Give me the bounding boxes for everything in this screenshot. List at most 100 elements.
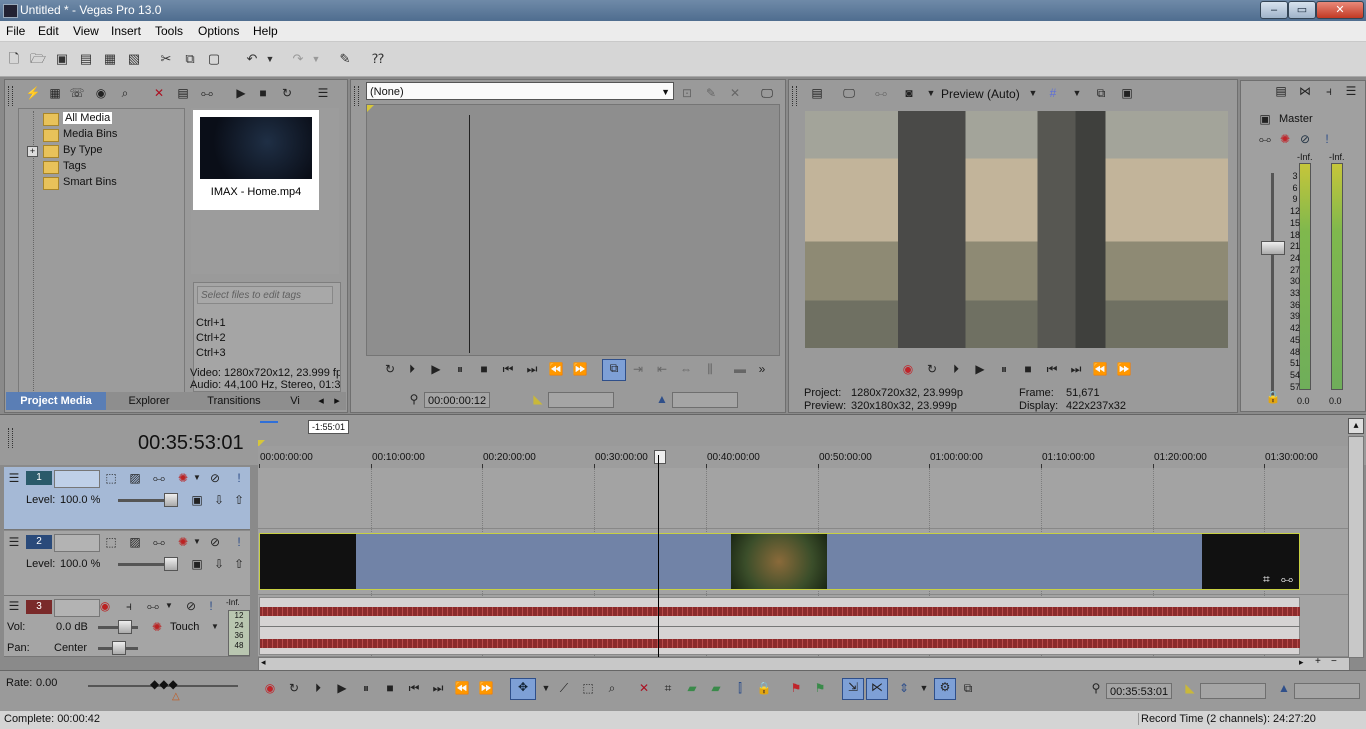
arm-for-record-icon[interactable]: ◉	[98, 599, 112, 613]
loop-region-bar[interactable]	[260, 421, 278, 423]
compositing-mode-icon[interactable]: ⧟	[152, 471, 166, 485]
master-fx-icon[interactable]: ⧟	[1257, 131, 1273, 147]
preview-quality-label[interactable]: Preview (Auto)	[941, 87, 1020, 101]
copy-icon[interactable]: ⧉	[182, 51, 198, 67]
master-fx-chain-icon[interactable]: ✺	[1277, 131, 1293, 147]
play-icon[interactable]: ▶	[428, 361, 444, 377]
play-icon[interactable]: ▶	[334, 680, 350, 696]
insert-marker-icon[interactable]: ⚑	[788, 680, 804, 696]
make-compositing-parent-icon[interactable]: ⇧	[232, 493, 246, 507]
stop-icon[interactable]: ■	[476, 361, 492, 377]
track-name-field[interactable]	[54, 599, 100, 617]
timeline-cursor[interactable]	[658, 455, 659, 657]
menu-file[interactable]: File	[6, 24, 25, 38]
video-preview-frame[interactable]	[805, 111, 1228, 348]
vertical-scrollbar[interactable]	[1348, 436, 1364, 658]
selection-length-marker[interactable]: -1:55:01	[308, 420, 350, 434]
master-solo-icon[interactable]: !	[1319, 131, 1335, 147]
track-motion-icon[interactable]: ⬚	[104, 471, 118, 485]
timeline-ruler[interactable]: 00:00:00:00 00:10:00:00 00:20:00:00 00:3…	[258, 446, 1348, 472]
media-fx-icon[interactable]: ⧟	[199, 85, 215, 101]
next-frame-icon[interactable]: ⏩	[478, 680, 494, 696]
playhead-handle[interactable]	[654, 450, 666, 464]
trimmer-monitor-icon[interactable]: 🖵	[759, 85, 775, 101]
make-compositing-parent-icon[interactable]: ⇧	[232, 557, 246, 571]
volume-slider-knob[interactable]	[118, 620, 132, 634]
move-down-icon[interactable]: ⇩	[212, 557, 226, 571]
go-to-start-icon[interactable]: ⏮	[500, 361, 516, 377]
tree-item-by-type[interactable]: By Type	[63, 144, 103, 156]
menu-view[interactable]: View	[73, 24, 99, 38]
solo-icon[interactable]: !	[232, 471, 246, 485]
close-button[interactable]: ✕	[1316, 1, 1364, 19]
selection-tool-icon[interactable]: ⬚	[580, 680, 596, 696]
compositing-mode-icon[interactable]: ⧟	[152, 535, 166, 549]
chevron-down-icon[interactable]: ▼	[190, 471, 204, 485]
tab-video-fx[interactable]: Vi	[280, 392, 310, 410]
level-slider-knob[interactable]	[164, 557, 178, 571]
pause-icon[interactable]: ⏸	[358, 680, 374, 696]
previous-frame-icon[interactable]: ⏪	[548, 361, 564, 377]
track-fx-chain-icon[interactable]: ✺	[176, 535, 190, 549]
trimmer-in-box[interactable]	[548, 392, 614, 408]
redo-icon[interactable]: ↷	[290, 51, 306, 67]
tab-transitions[interactable]: Transitions	[192, 392, 276, 410]
trim-icon[interactable]: ⌗	[660, 680, 676, 696]
loop-icon[interactable]: ↻	[382, 361, 398, 377]
loop-icon[interactable]: ↻	[286, 680, 302, 696]
track-header-2[interactable]: ☰ 2 ⬚ ▨ ⧟ ✺ ▼ ⊘ ! Level: 100.0 % ▣ ⇩ ⇧	[4, 531, 250, 596]
automation-icon[interactable]: ✺	[150, 620, 164, 634]
go-to-end-icon[interactable]: ⏭	[524, 361, 540, 377]
track-collapse-icon[interactable]: ☰	[7, 535, 21, 549]
trimmer-length-box[interactable]	[672, 392, 738, 408]
mute-icon[interactable]: ⊘	[184, 599, 198, 613]
trimmer-tool-icon[interactable]: ⊡	[679, 85, 695, 101]
save-snapshot-icon[interactable]: ▣	[1119, 85, 1135, 101]
lock-envelopes-icon[interactable]: ⚙	[934, 678, 956, 700]
mixer-menu-icon[interactable]: ☰	[1343, 83, 1359, 99]
master-fader-knob[interactable]	[1261, 241, 1285, 255]
video-event[interactable]: ⌗ ⧟	[259, 533, 1300, 590]
scroll-right-icon[interactable]: ▸	[1299, 657, 1304, 668]
search-media-icon[interactable]: ⌕	[117, 85, 133, 101]
track-fx-chain-icon[interactable]: ✺	[176, 471, 190, 485]
master-mute-icon[interactable]: ⊘	[1297, 131, 1313, 147]
normal-edit-tool-icon[interactable]: ✥	[510, 678, 536, 700]
minimize-button[interactable]: –	[1260, 1, 1288, 19]
tab-scroll-right-icon[interactable]: ▸	[330, 392, 344, 410]
auto-crossfade-icon[interactable]: ⋉	[866, 678, 888, 700]
chevron-down-icon[interactable]: ▼	[208, 620, 222, 634]
play-from-start-icon[interactable]: ⏵	[310, 680, 326, 696]
enable-snapping-icon[interactable]: ⇲	[842, 678, 864, 700]
media-generator-icon[interactable]: ◉	[93, 85, 109, 101]
properties-icon[interactable]: ▤	[78, 51, 94, 67]
panel-grip[interactable]	[8, 86, 13, 106]
mute-icon[interactable]: ⊘	[208, 471, 222, 485]
paste-icon[interactable]: ▢	[206, 51, 222, 67]
views-icon[interactable]: ☰	[315, 85, 331, 101]
track-motion-icon[interactable]: ⬚	[104, 535, 118, 549]
chevron-down-icon[interactable]: ▼	[916, 680, 932, 696]
preview-stop-icon[interactable]: ■	[255, 85, 271, 101]
event-fx-icon[interactable]: ⧟	[1281, 572, 1293, 587]
more-icon[interactable]: »	[754, 361, 770, 377]
trimmer-overwrite-icon[interactable]: ⧉	[602, 359, 626, 381]
undo-dropdown-icon[interactable]: ▼	[262, 51, 278, 67]
track-collapse-icon[interactable]: ☰	[7, 471, 21, 485]
solo-icon[interactable]: !	[232, 535, 246, 549]
track-name-field[interactable]	[54, 470, 100, 488]
rate-slider-knob[interactable]: ◆◆◆	[150, 677, 178, 691]
play-from-start-icon[interactable]: ⏵	[404, 361, 420, 377]
menu-options[interactable]: Options	[198, 24, 239, 38]
envelope-tool-icon[interactable]: ⟋	[556, 680, 572, 696]
selection-start-box[interactable]	[1200, 683, 1266, 699]
go-to-start-icon[interactable]: ⏮	[1044, 361, 1060, 377]
panel-grip[interactable]	[8, 428, 13, 448]
next-frame-icon[interactable]: ⏩	[572, 361, 588, 377]
lock-faders-icon[interactable]: ⫞	[1321, 83, 1337, 99]
tree-item-smart-bins[interactable]: Smart Bins	[63, 176, 117, 188]
stop-icon[interactable]: ■	[382, 680, 398, 696]
undo-icon[interactable]: ↶	[244, 51, 260, 67]
move-down-icon[interactable]: ⇩	[212, 493, 226, 507]
go-to-start-icon[interactable]: ⏮	[406, 680, 422, 696]
